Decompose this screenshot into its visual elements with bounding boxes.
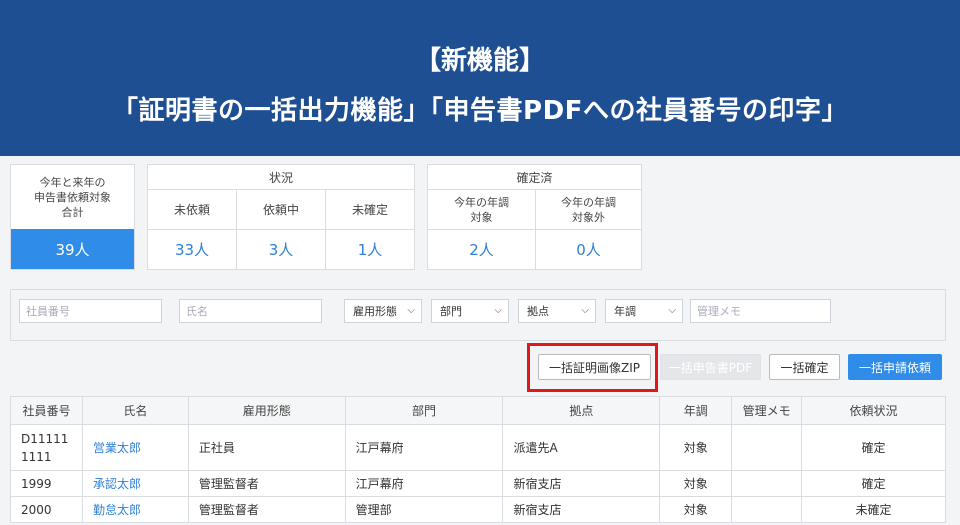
cell-memo bbox=[731, 470, 803, 497]
status-label-requesting: 依頼中 bbox=[262, 203, 299, 217]
cell-memo bbox=[731, 496, 803, 523]
total-label: 今年と来年の 申告書依頼対象 合計 bbox=[34, 175, 111, 219]
feature-banner: 【新機能】 「証明書の一括出力機能」「申告書PDFへの社員番号の印字」 bbox=[0, 0, 960, 156]
cell-year-end: 対象 bbox=[659, 496, 733, 523]
cell-name-link[interactable]: 承認太郎 bbox=[81, 470, 189, 497]
col-employee-no[interactable]: 社員番号 bbox=[10, 396, 83, 425]
cell-request-status: 未確定 bbox=[801, 496, 946, 523]
chevron-down-icon: ⌵ bbox=[581, 305, 589, 316]
cell-name-link[interactable]: 営業太郎 bbox=[81, 424, 189, 471]
employee-table: 社員番号 氏名 雇用形態 部門 拠点 年調 管理メモ 依頼状況 D11111 1… bbox=[10, 396, 946, 523]
highlight-box bbox=[527, 343, 658, 392]
bulk-request-button[interactable]: 一括申請依頼 bbox=[848, 354, 942, 380]
table-row: 1999 承認太郎 管理監督者 江戸幕府 新宿支店 対象 確定 bbox=[10, 470, 946, 497]
employment-type-label: 雇用形態 bbox=[353, 305, 397, 318]
cell-employment-type: 管理監督者 bbox=[187, 496, 346, 523]
bulk-confirm-button[interactable]: 一括確定 bbox=[769, 354, 840, 380]
confirmed-label-nontarget: 今年の年調 対象外 bbox=[561, 195, 616, 224]
confirmed-value-nontarget[interactable]: 0人 bbox=[536, 230, 641, 269]
cell-department: 江戸幕府 bbox=[344, 470, 504, 497]
col-employment-type[interactable]: 雇用形態 bbox=[187, 396, 346, 425]
cell-location: 派遣先A bbox=[502, 424, 661, 471]
location-label: 拠点 bbox=[527, 305, 549, 318]
cell-employment-type: 正社員 bbox=[187, 424, 346, 471]
cell-department: 江戸幕府 bbox=[344, 424, 504, 471]
cell-department: 管理部 bbox=[344, 496, 504, 523]
cell-request-status: 確定 bbox=[801, 470, 946, 497]
cell-location: 新宿支店 bbox=[502, 470, 661, 497]
table-header-row: 社員番号 氏名 雇用形態 部門 拠点 年調 管理メモ 依頼状況 bbox=[10, 396, 946, 425]
banner-title: 【新機能】 bbox=[414, 46, 545, 76]
department-select[interactable]: 部門 ⌵ bbox=[431, 299, 509, 323]
cell-employee-no: 2000 bbox=[10, 496, 83, 523]
year-end-label: 年調 bbox=[614, 305, 636, 318]
status-header: 状況 bbox=[268, 170, 293, 185]
cell-employee-no: 1999 bbox=[10, 470, 83, 497]
status-value-unrequested[interactable]: 33人 bbox=[148, 230, 236, 269]
confirmed-card: 確定済 今年の年調 対象 今年の年調 対象外 2人 0人 bbox=[427, 164, 642, 270]
confirmed-label-target: 今年の年調 対象 bbox=[454, 195, 509, 224]
col-request-status[interactable]: 依頼状況 bbox=[801, 396, 946, 425]
year-end-select[interactable]: 年調 ⌵ bbox=[605, 299, 683, 323]
total-value[interactable]: 39人 bbox=[11, 229, 134, 269]
status-label-unconfirmed: 未確定 bbox=[351, 203, 388, 217]
table-row: D11111 1111 営業太郎 正社員 江戸幕府 派遣先A 対象 確定 bbox=[10, 424, 946, 471]
col-location[interactable]: 拠点 bbox=[502, 396, 661, 425]
col-memo[interactable]: 管理メモ bbox=[731, 396, 803, 425]
cell-employee-no: D11111 1111 bbox=[10, 424, 83, 471]
total-card: 今年と来年の 申告書依頼対象 合計 39人 bbox=[10, 164, 135, 270]
employment-type-select[interactable]: 雇用形態 ⌵ bbox=[344, 299, 422, 323]
confirmed-header: 確定済 bbox=[516, 170, 553, 185]
status-value-requesting[interactable]: 3人 bbox=[237, 230, 325, 269]
chevron-down-icon: ⌵ bbox=[668, 305, 676, 316]
cell-location: 新宿支店 bbox=[502, 496, 661, 523]
status-value-unconfirmed[interactable]: 1人 bbox=[326, 230, 414, 269]
cell-year-end: 対象 bbox=[659, 470, 733, 497]
bulk-pdf-button[interactable]: 一括申告書PDF bbox=[660, 354, 761, 380]
name-input[interactable]: 氏名 bbox=[179, 299, 322, 323]
banner-subtitle: 「証明書の一括出力機能」「申告書PDFへの社員番号の印字」 bbox=[112, 96, 848, 126]
cell-employment-type: 管理監督者 bbox=[187, 470, 346, 497]
col-department[interactable]: 部門 bbox=[344, 396, 504, 425]
memo-input[interactable]: 管理メモ bbox=[690, 299, 831, 323]
cell-year-end: 対象 bbox=[659, 424, 733, 471]
chevron-down-icon: ⌵ bbox=[407, 305, 415, 316]
cell-memo bbox=[731, 424, 803, 471]
filter-panel: 社員番号 氏名 雇用形態 ⌵ 部門 ⌵ 拠点 ⌵ 年調 ⌵ 管理メモ bbox=[10, 289, 946, 341]
location-select[interactable]: 拠点 ⌵ bbox=[518, 299, 596, 323]
status-label-unrequested: 未依頼 bbox=[173, 203, 210, 217]
employee-no-input[interactable]: 社員番号 bbox=[19, 299, 162, 323]
col-name[interactable]: 氏名 bbox=[81, 396, 189, 425]
status-card: 状況 未依頼 依頼中 未確定 33人 3人 1人 bbox=[147, 164, 415, 270]
confirmed-value-target[interactable]: 2人 bbox=[428, 230, 535, 269]
col-year-end[interactable]: 年調 bbox=[659, 396, 733, 425]
cell-name-link[interactable]: 勤怠太郎 bbox=[81, 496, 189, 523]
department-label: 部門 bbox=[440, 305, 462, 318]
table-row: 2000 勤怠太郎 管理監督者 管理部 新宿支店 対象 未確定 bbox=[10, 496, 946, 523]
chevron-down-icon: ⌵ bbox=[494, 305, 502, 316]
cell-request-status: 確定 bbox=[801, 424, 946, 471]
